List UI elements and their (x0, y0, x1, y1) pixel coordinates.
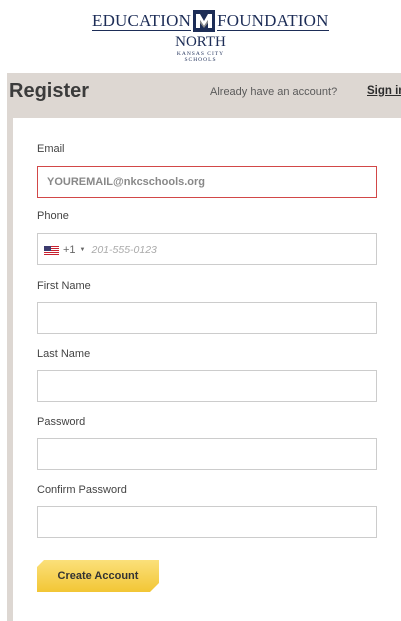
first-name-field[interactable] (37, 302, 377, 334)
education-foundation-logo: EDUCATION FOUNDATION NORTH KANSAS CITY S… (0, 0, 401, 72)
phone-label: Phone (37, 210, 69, 222)
logo-emblem-icon (193, 10, 216, 32)
email-value: YOUREMAIL@nkcschools.org (47, 176, 206, 188)
create-account-button[interactable]: Create Account (37, 560, 159, 592)
already-have-account-text: Already have an account? (210, 86, 338, 98)
phone-placeholder: 201-555-0123 (91, 244, 157, 256)
last-name-field[interactable] (37, 370, 377, 402)
password-label: Password (37, 416, 86, 428)
logo-word-foundation: FOUNDATION (217, 10, 329, 31)
logo-wordmark: EDUCATION FOUNDATION (92, 10, 329, 32)
logo-sub-schools: SCHOOLS (184, 57, 217, 63)
logo-north: NORTH (175, 34, 226, 50)
confirm-password-field[interactable] (37, 506, 377, 538)
page-title: Register (9, 80, 90, 102)
dial-code: +1 (63, 244, 76, 256)
sign-in-link[interactable]: Sign in (367, 85, 401, 97)
first-name-label: First Name (37, 280, 91, 292)
logo-word-education: EDUCATION (92, 10, 192, 31)
chevron-down-icon: ▼ (79, 247, 86, 253)
register-header: Register Already have an account? Sign i… (7, 73, 401, 113)
country-code-select[interactable]: +1 ▼ 201-555-0123 (44, 243, 157, 257)
phone-field[interactable]: +1 ▼ 201-555-0123 (37, 233, 377, 265)
us-flag-icon (44, 245, 59, 255)
last-name-label: Last Name (37, 348, 91, 360)
confirm-password-label: Confirm Password (37, 484, 127, 496)
email-label: Email (37, 143, 65, 155)
email-field[interactable]: YOUREMAIL@nkcschools.org (37, 166, 377, 198)
password-field[interactable] (37, 438, 377, 470)
